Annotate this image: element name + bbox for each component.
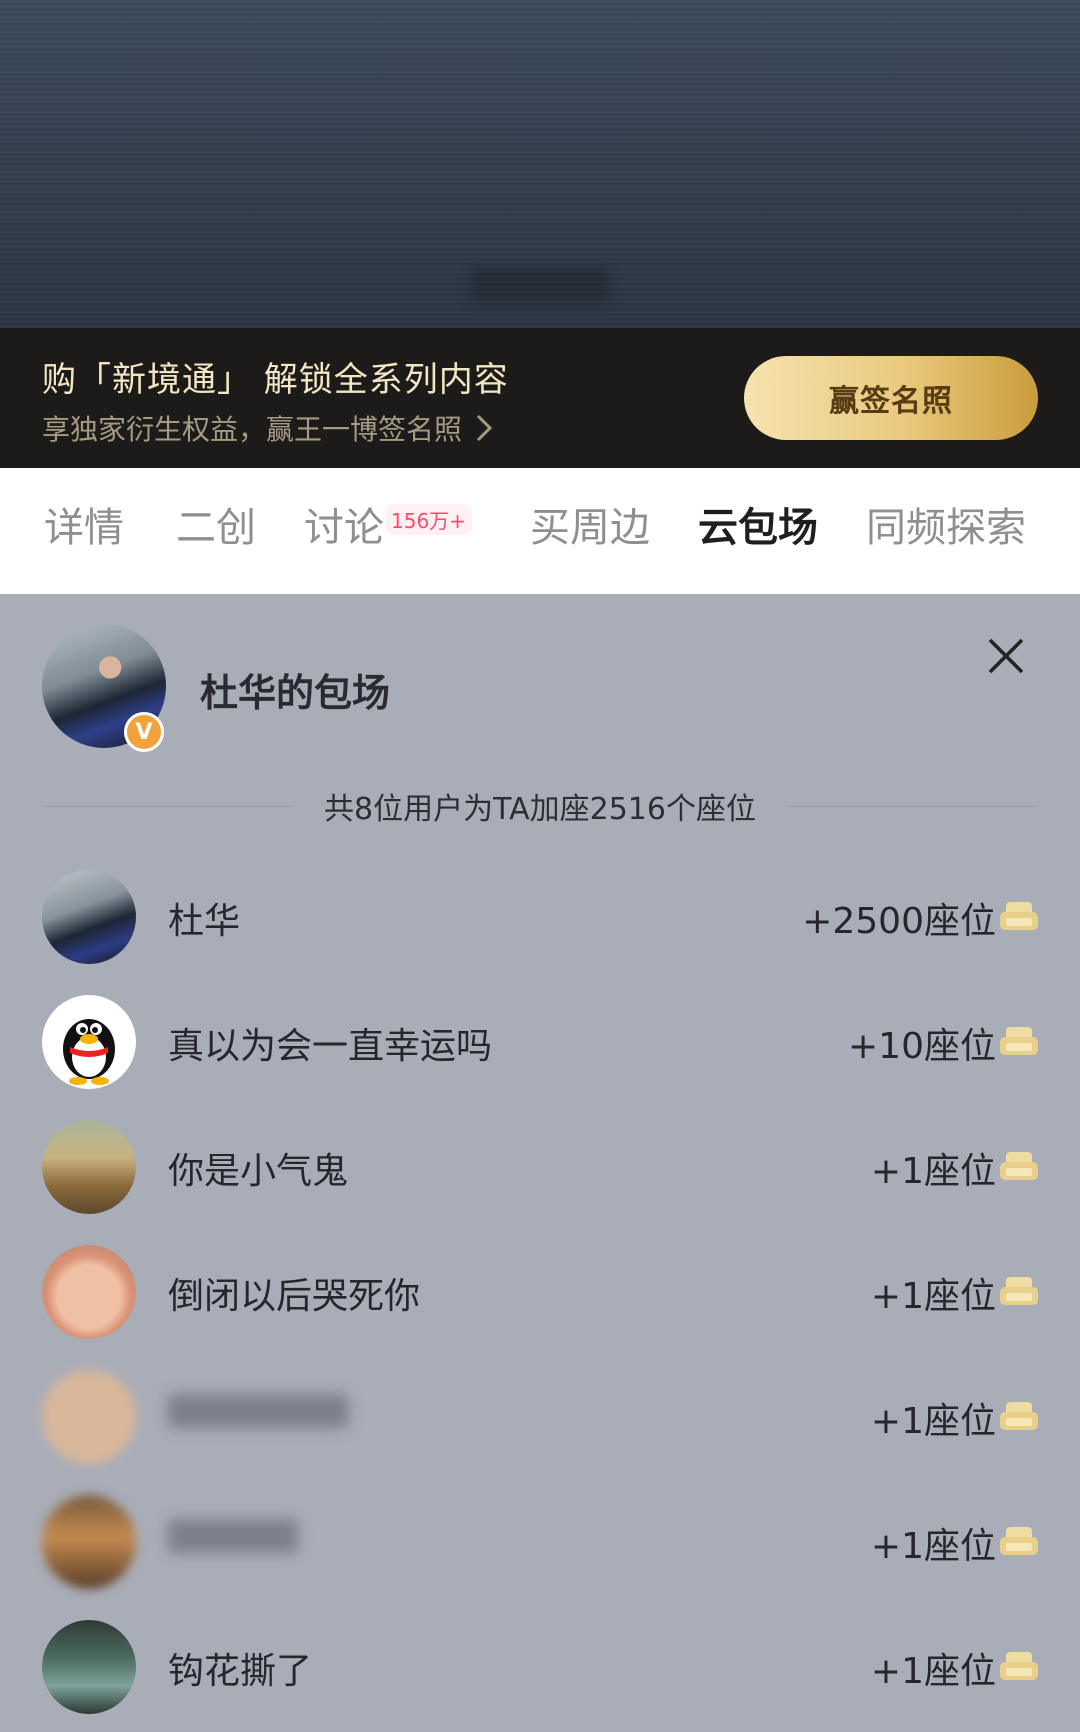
close-icon[interactable] <box>984 634 1028 678</box>
avatar[interactable] <box>42 1620 136 1714</box>
seat-count: +2500座位 <box>802 901 996 942</box>
avatar[interactable] <box>42 995 136 1089</box>
tab-explore[interactable]: 同频探索 <box>866 504 1026 552</box>
seat-icon <box>1000 1027 1038 1055</box>
avatar[interactable] <box>42 1370 136 1464</box>
video-watermark <box>470 266 610 304</box>
list-item[interactable]: 真以为会一直幸运吗 +10座位 <box>0 989 1080 1099</box>
divider-line-left <box>42 805 295 807</box>
list-item[interactable]: +1座位 <box>0 1489 1080 1599</box>
divider-line-right <box>785 805 1039 807</box>
tab-details[interactable]: 详情 <box>44 504 124 552</box>
list-item[interactable]: 杜华 +2500座位 <box>0 864 1080 974</box>
cloud-screening-panel: V 杜华的包场 共8位用户为TA加座2516个座位 杜华 +2500座位 真以为… <box>0 594 1080 1732</box>
tab-discussion[interactable]: 讨论 <box>304 504 384 552</box>
seat-count: +1座位 <box>870 1651 996 1692</box>
seat-icon <box>1000 1277 1038 1305</box>
user-name-blurred <box>168 1392 348 1428</box>
chevron-right-icon <box>476 414 493 442</box>
avatar[interactable] <box>42 870 136 964</box>
host-screening-title: 杜华的包场 <box>200 671 391 715</box>
tab-fan-creations[interactable]: 二创 <box>176 504 256 552</box>
list-item[interactable]: +1座位 <box>0 1364 1080 1474</box>
penguin-icon <box>63 1019 115 1085</box>
seat-count: +1座位 <box>870 1151 996 1192</box>
seat-summary: 共8位用户为TA加座2516个座位 <box>324 792 756 827</box>
verified-badge-icon: V <box>124 712 164 752</box>
promo-subtitle[interactable]: 享独家衍生权益，赢王一博签名照 <box>42 408 493 448</box>
user-name: 你是小气鬼 <box>168 1151 349 1192</box>
promo-banner[interactable]: 购「新境通」 解锁全系列内容 享独家衍生权益，赢王一博签名照 赢签名照 <box>0 328 1080 468</box>
summary-divider: 共8位用户为TA加座2516个座位 <box>42 784 1039 828</box>
win-signed-photo-button[interactable]: 赢签名照 <box>744 356 1038 440</box>
user-name-blurred <box>168 1517 298 1553</box>
tab-cloud-screening[interactable]: 云包场 <box>698 504 818 552</box>
promo-title: 购「新境通」 解锁全系列内容 <box>42 360 509 400</box>
user-name: 钩花撕了 <box>168 1651 313 1692</box>
seat-count: +1座位 <box>870 1276 996 1317</box>
user-name: 真以为会一直幸运吗 <box>168 1026 493 1067</box>
tab-merchandise[interactable]: 买周边 <box>530 504 650 552</box>
seat-icon <box>1000 902 1038 930</box>
seat-icon <box>1000 1402 1038 1430</box>
tab-bar: 详情 二创 讨论 156万+ 买周边 云包场 同频探索 <box>0 468 1080 594</box>
discussion-count-badge: 156万+ <box>385 504 472 535</box>
seat-icon <box>1000 1152 1038 1180</box>
user-name: 倒闭以后哭死你 <box>168 1276 421 1317</box>
list-item[interactable]: 钩花撕了 +1座位 <box>0 1614 1080 1724</box>
promo-subtitle-text: 享独家衍生权益，赢王一博签名照 <box>42 413 463 446</box>
avatar[interactable] <box>42 1495 136 1589</box>
video-player[interactable] <box>0 0 1080 328</box>
user-name: 杜华 <box>168 901 241 942</box>
seat-count: +1座位 <box>870 1526 996 1567</box>
avatar[interactable] <box>42 1245 136 1339</box>
seat-count: +1座位 <box>870 1401 996 1442</box>
avatar[interactable] <box>42 1120 136 1214</box>
seat-count: +10座位 <box>848 1026 996 1067</box>
seat-icon <box>1000 1527 1038 1555</box>
list-item[interactable]: 倒闭以后哭死你 +1座位 <box>0 1239 1080 1349</box>
seat-icon <box>1000 1652 1038 1680</box>
list-item[interactable]: 你是小气鬼 +1座位 <box>0 1114 1080 1224</box>
